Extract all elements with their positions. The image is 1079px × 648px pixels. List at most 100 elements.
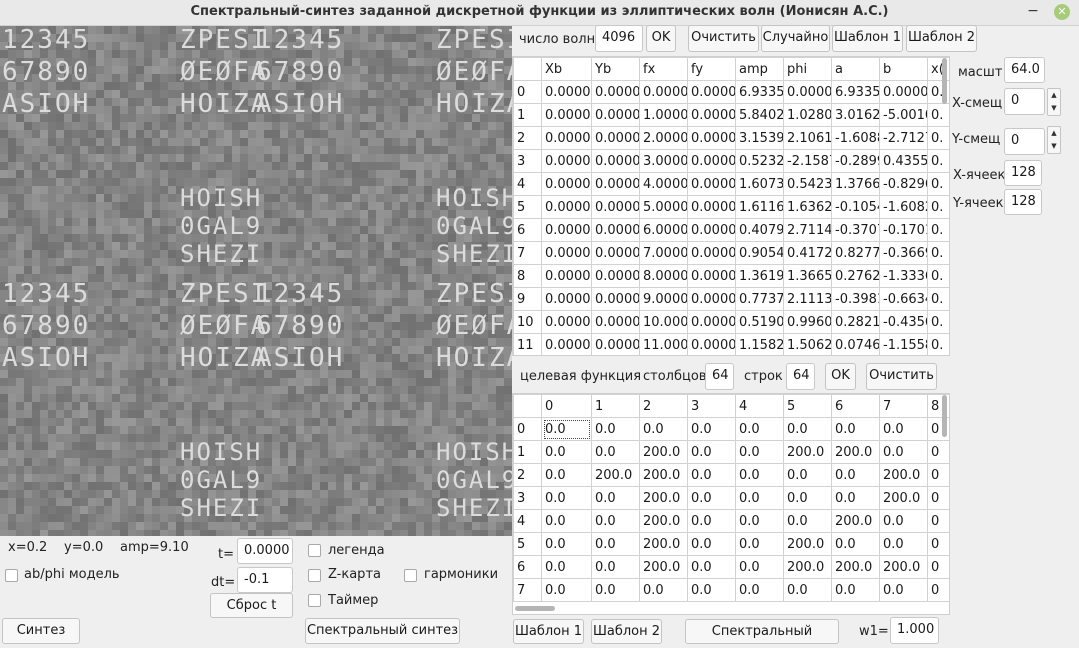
table-cell[interactable]: 0.0000 <box>591 218 640 242</box>
table-cell[interactable]: 200.0 <box>879 555 928 579</box>
table-cell[interactable]: 0.0 <box>541 440 592 464</box>
table-cell[interactable]: 2.1061 <box>783 126 832 150</box>
table-cell[interactable]: 0.0 <box>687 440 736 464</box>
table-cell[interactable]: 0.0 <box>639 578 688 602</box>
column-header[interactable]: 3 <box>687 394 736 418</box>
table-cell[interactable]: 11.0000 <box>639 333 688 355</box>
table-cell[interactable]: 0.0000 <box>541 126 592 150</box>
table-cell[interactable]: 200.0 <box>591 463 640 487</box>
table-cell[interactable]: 1.3665 <box>783 264 832 288</box>
table-cell[interactable]: 0.0 <box>735 509 784 533</box>
table-cell[interactable]: 0.0 <box>687 578 736 602</box>
row-header[interactable]: 11 <box>513 333 542 355</box>
table-cell[interactable]: 0.0 <box>879 509 928 533</box>
row-header[interactable]: 1 <box>513 103 542 127</box>
xcells-input[interactable]: 128 <box>1004 160 1042 186</box>
table-cell[interactable]: 0.0 <box>541 463 592 487</box>
table-cell[interactable]: 0 <box>927 555 949 579</box>
table-cell[interactable]: 0.0 <box>591 486 640 510</box>
row-header[interactable]: 1 <box>513 440 542 464</box>
row-header[interactable]: 2 <box>513 126 542 150</box>
table-cell[interactable]: 0.0000 <box>687 241 736 265</box>
table-cell[interactable]: 0.0 <box>639 417 688 441</box>
column-header[interactable]: 6 <box>831 394 880 418</box>
scale-input[interactable]: 64.0 <box>1004 57 1045 83</box>
table-cell[interactable]: 0.0000 <box>687 103 736 127</box>
table-cell[interactable]: -1.6088 <box>831 126 880 150</box>
table-cell[interactable]: 200.0 <box>831 440 880 464</box>
table-cell[interactable]: 1.0280 <box>783 103 832 127</box>
target-rows-input[interactable]: 64 <box>786 363 815 390</box>
column-header[interactable]: 4 <box>735 394 784 418</box>
table-cell[interactable]: 0.4079 <box>735 218 784 242</box>
xshift-up-icon[interactable]: ▲ <box>1048 89 1060 102</box>
row-header[interactable]: 0 <box>513 417 542 441</box>
table-cell[interactable]: 0. <box>927 241 949 265</box>
row-header[interactable]: 8 <box>513 264 542 288</box>
table-cell[interactable]: 1.6073 <box>735 172 784 196</box>
table-cell[interactable]: -1.1558 <box>879 333 928 355</box>
table-cell[interactable]: 0.0 <box>591 532 640 556</box>
table-cell[interactable]: 0.0000 <box>879 80 928 104</box>
table-cell[interactable]: 0.0 <box>783 417 832 441</box>
table-cell[interactable]: 1.3766 <box>831 172 880 196</box>
table-cell[interactable]: -0.3981 <box>831 287 880 311</box>
table-cell[interactable]: 0.0000 <box>591 172 640 196</box>
table-cell[interactable]: 0.0000 <box>687 126 736 150</box>
table-cell[interactable]: 10.0000 <box>639 310 688 334</box>
table-cell[interactable]: 0.9960 <box>783 310 832 334</box>
table-cell[interactable]: -5.0010 <box>879 103 928 127</box>
table-cell[interactable]: 0.0 <box>591 417 640 441</box>
table-cell[interactable]: 0. <box>927 310 949 334</box>
table-cell[interactable]: 8.0000 <box>639 264 688 288</box>
wave-count-ok-button[interactable]: OK <box>646 25 676 52</box>
harmonics-checkbox[interactable] <box>404 569 417 582</box>
row-header[interactable]: 7 <box>513 578 542 602</box>
reset-t-button[interactable]: Сброс t <box>210 593 293 618</box>
yshift-input[interactable]: 0 <box>1004 128 1045 155</box>
table-cell[interactable]: 0.0 <box>735 532 784 556</box>
table-cell[interactable]: 0.9054 <box>735 241 784 265</box>
table-cell[interactable]: 0.0000 <box>591 241 640 265</box>
table-cell[interactable]: 0.0000 <box>541 333 592 355</box>
column-header[interactable]: Yb <box>591 57 640 81</box>
table-cell[interactable]: 0.0 <box>687 486 736 510</box>
target-table[interactable]: 012345678 0 0.0 0.0 0.0 0.0 0.0 0.0 0.0 0.0 0 1 0.0… <box>512 393 950 615</box>
table-cell[interactable]: 0.0 <box>541 509 592 533</box>
table-cell[interactable]: 0.0 <box>783 509 832 533</box>
spectral-synth-button[interactable]: Спектральный синтез <box>305 618 460 644</box>
wave-count-input[interactable]: 4096 <box>595 25 643 52</box>
table-cell[interactable]: 1.1582 <box>735 333 784 355</box>
table-cell[interactable]: -2.7127 <box>879 126 928 150</box>
table-cell[interactable]: 4.0000 <box>639 172 688 196</box>
row-header[interactable]: 9 <box>513 287 542 311</box>
table-cell[interactable]: 0.0000 <box>541 287 592 311</box>
waves-template2-button[interactable]: Шаблон 2 <box>906 25 977 52</box>
waves-table-scrollbar[interactable] <box>942 58 947 104</box>
table-cell[interactable]: -0.3707 <box>831 218 880 242</box>
table-cell[interactable]: -2.1587 <box>783 149 832 173</box>
table-cell[interactable]: 0.0000 <box>591 310 640 334</box>
table-cell[interactable]: 0.0000 <box>541 149 592 173</box>
table-cell[interactable]: -0.3669 <box>879 241 928 265</box>
table-cell[interactable]: 0.0 <box>735 578 784 602</box>
row-header[interactable]: 6 <box>513 555 542 579</box>
minimize-icon[interactable]: − <box>1024 3 1042 21</box>
table-cell[interactable]: 0 <box>927 440 949 464</box>
table-cell[interactable]: 0 <box>927 532 949 556</box>
table-cell[interactable]: 1.6116 <box>735 195 784 219</box>
table-cell[interactable]: 0.0000 <box>591 264 640 288</box>
table-cell[interactable]: 0.0 <box>879 417 928 441</box>
table-cell[interactable]: 6.9335 <box>831 80 880 104</box>
table-cell[interactable]: 0 <box>927 486 949 510</box>
column-header[interactable]: 2 <box>639 394 688 418</box>
table-cell[interactable]: 200.0 <box>639 463 688 487</box>
table-cell[interactable]: 0.0 <box>783 578 832 602</box>
table-cell[interactable]: 0.0000 <box>591 149 640 173</box>
table-cell[interactable]: 200.0 <box>879 463 928 487</box>
table-cell[interactable]: 0.0000 <box>591 80 640 104</box>
table-cell[interactable]: 0.0 <box>541 486 592 510</box>
row-header[interactable]: 7 <box>513 241 542 265</box>
table-cell[interactable]: 0.7737 <box>735 287 784 311</box>
table-cell[interactable]: 0. <box>927 172 949 196</box>
